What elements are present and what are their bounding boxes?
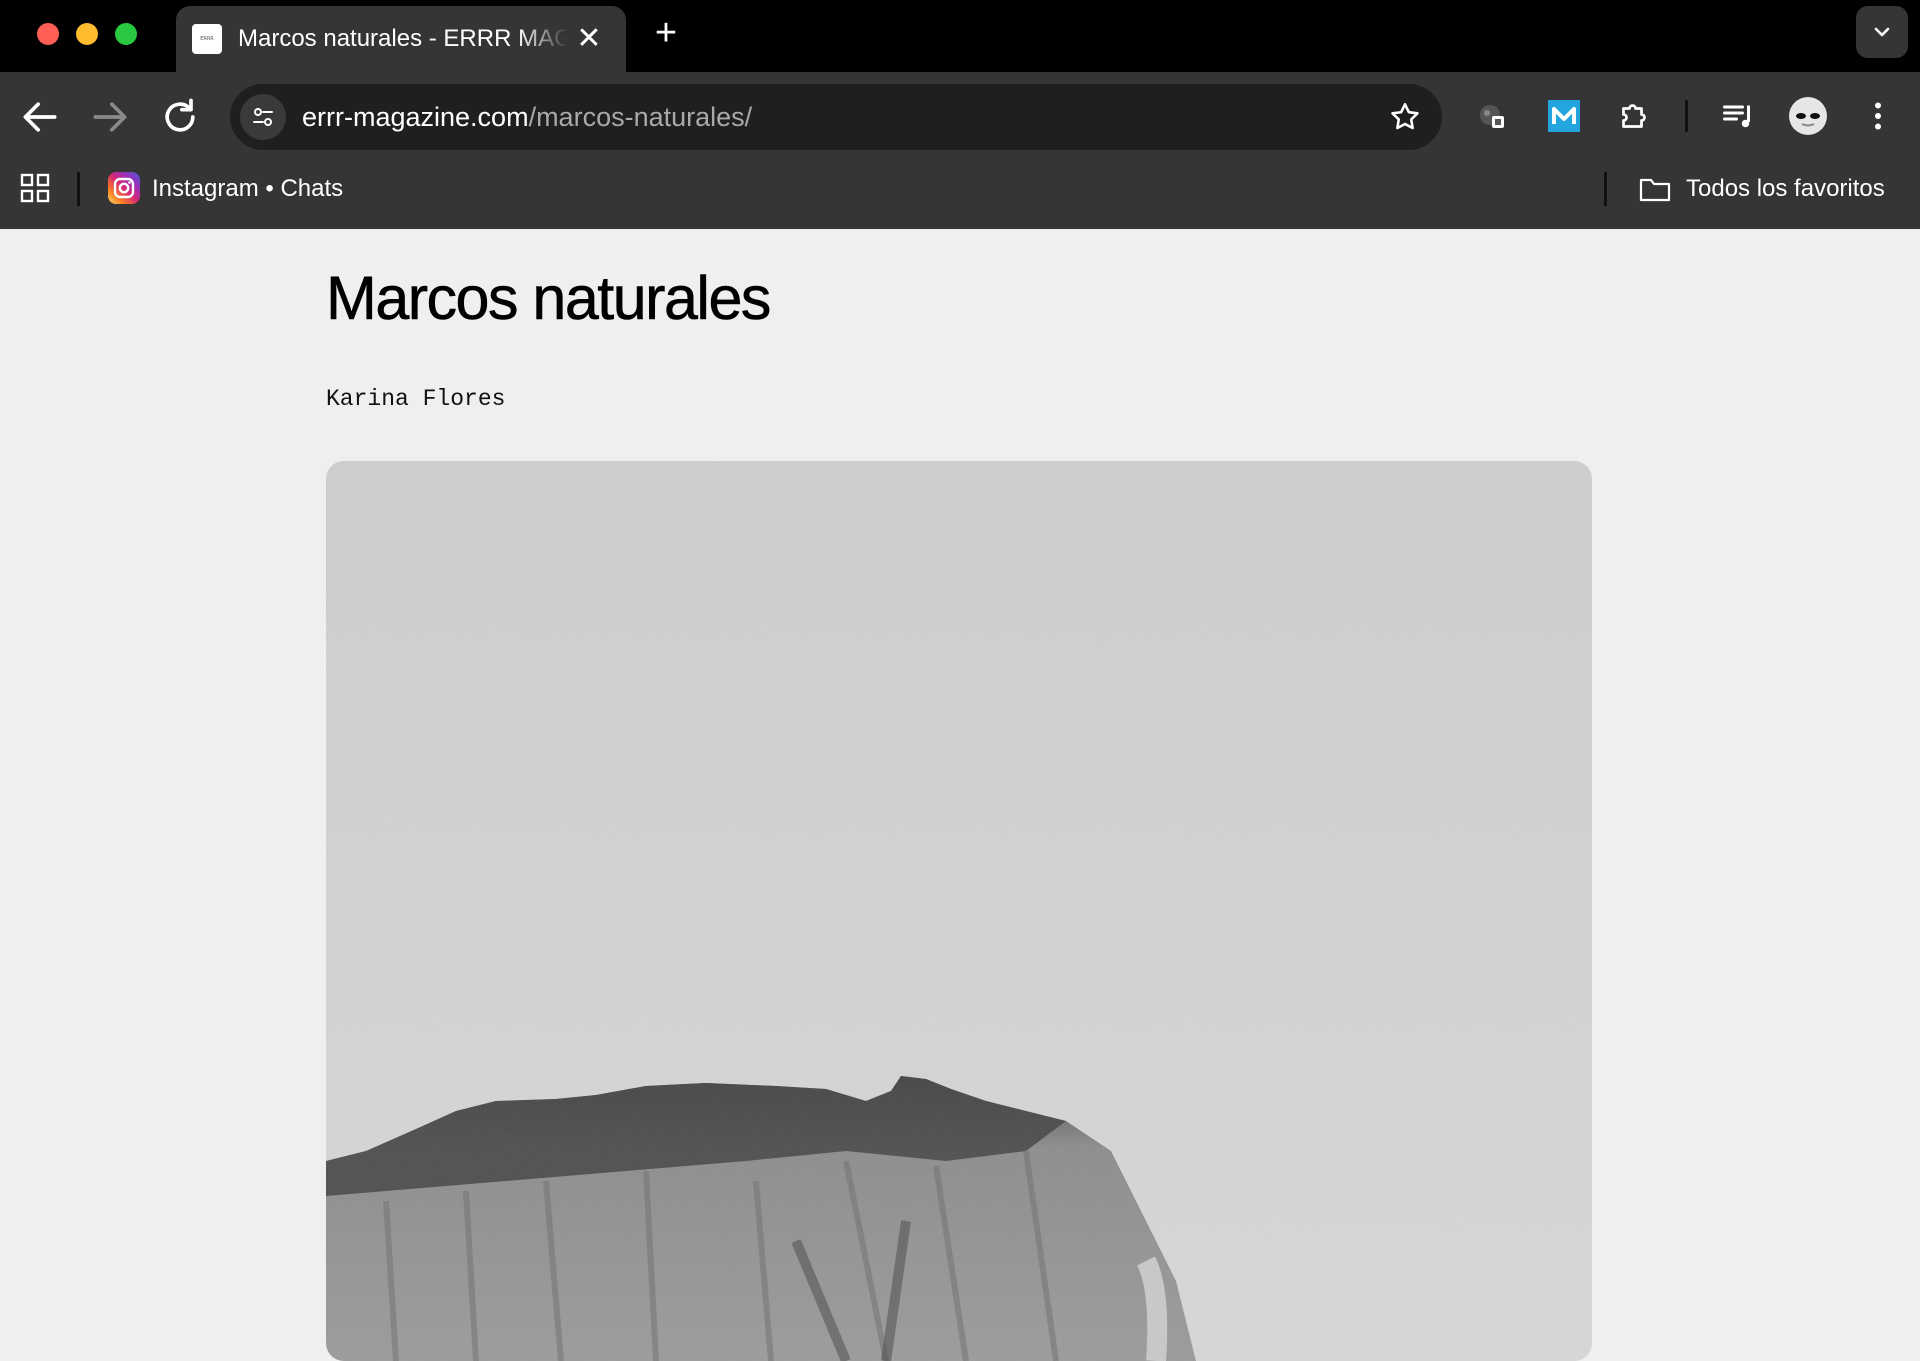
reload-icon[interactable] (158, 95, 202, 139)
mailchimp-icon[interactable] (1546, 98, 1582, 134)
toolbar-divider (1685, 100, 1688, 132)
address-bar[interactable]: errr-magazine.com/marcos-naturales/ (230, 84, 1442, 150)
chevron-down-icon (1874, 27, 1890, 37)
back-icon[interactable] (18, 95, 62, 139)
tab-favicon: ERRR (192, 24, 222, 54)
url-text[interactable]: errr-magazine.com/marcos-naturales/ (302, 98, 752, 136)
forward-icon[interactable] (88, 95, 132, 139)
apps-icon[interactable] (20, 173, 50, 203)
instagram-icon (108, 172, 140, 204)
maximize-window-button[interactable] (115, 23, 137, 45)
star-icon[interactable] (1388, 100, 1422, 134)
site-info-icon (253, 108, 273, 126)
page-title: Marcos naturales (326, 264, 772, 333)
media-icon[interactable] (1720, 98, 1756, 134)
menu-icon[interactable] (1860, 98, 1896, 134)
url-host: errr-magazine.com (302, 102, 529, 132)
site-info-button[interactable] (240, 94, 286, 140)
new-tab-button[interactable]: + (648, 14, 684, 54)
active-tab[interactable]: ERRR Marcos naturales - ERRR MAGAZINE ✕ (176, 6, 626, 72)
all-favorites-label: Todos los favoritos (1686, 175, 1885, 202)
minimize-window-button[interactable] (76, 23, 98, 45)
author-name: Karina Flores (326, 386, 506, 412)
tab-strip: ERRR Marcos naturales - ERRR MAGAZINE ✕ … (0, 0, 1920, 72)
close-window-button[interactable] (37, 23, 59, 45)
cliff-photo (326, 461, 1592, 1361)
bookmark-label: Instagram • Chats (152, 175, 344, 202)
bookmark-divider-right (1604, 172, 1607, 206)
tab-search-button[interactable] (1856, 6, 1908, 58)
extension-icon[interactable] (1474, 98, 1510, 134)
folder-icon (1639, 178, 1671, 202)
tab-title: Marcos naturales - ERRR MAGAZINE (238, 25, 568, 52)
bookmark-divider (77, 172, 80, 206)
close-tab-icon[interactable]: ✕ (572, 22, 606, 56)
browser-chrome: ERRR Marcos naturales - ERRR MAGAZINE ✕ … (0, 0, 1920, 229)
puzzle-icon[interactable] (1616, 98, 1652, 134)
url-path: /marcos-naturales/ (528, 102, 753, 132)
cliff-landscape-image (326, 461, 1592, 1361)
avatar[interactable] (1788, 96, 1828, 136)
